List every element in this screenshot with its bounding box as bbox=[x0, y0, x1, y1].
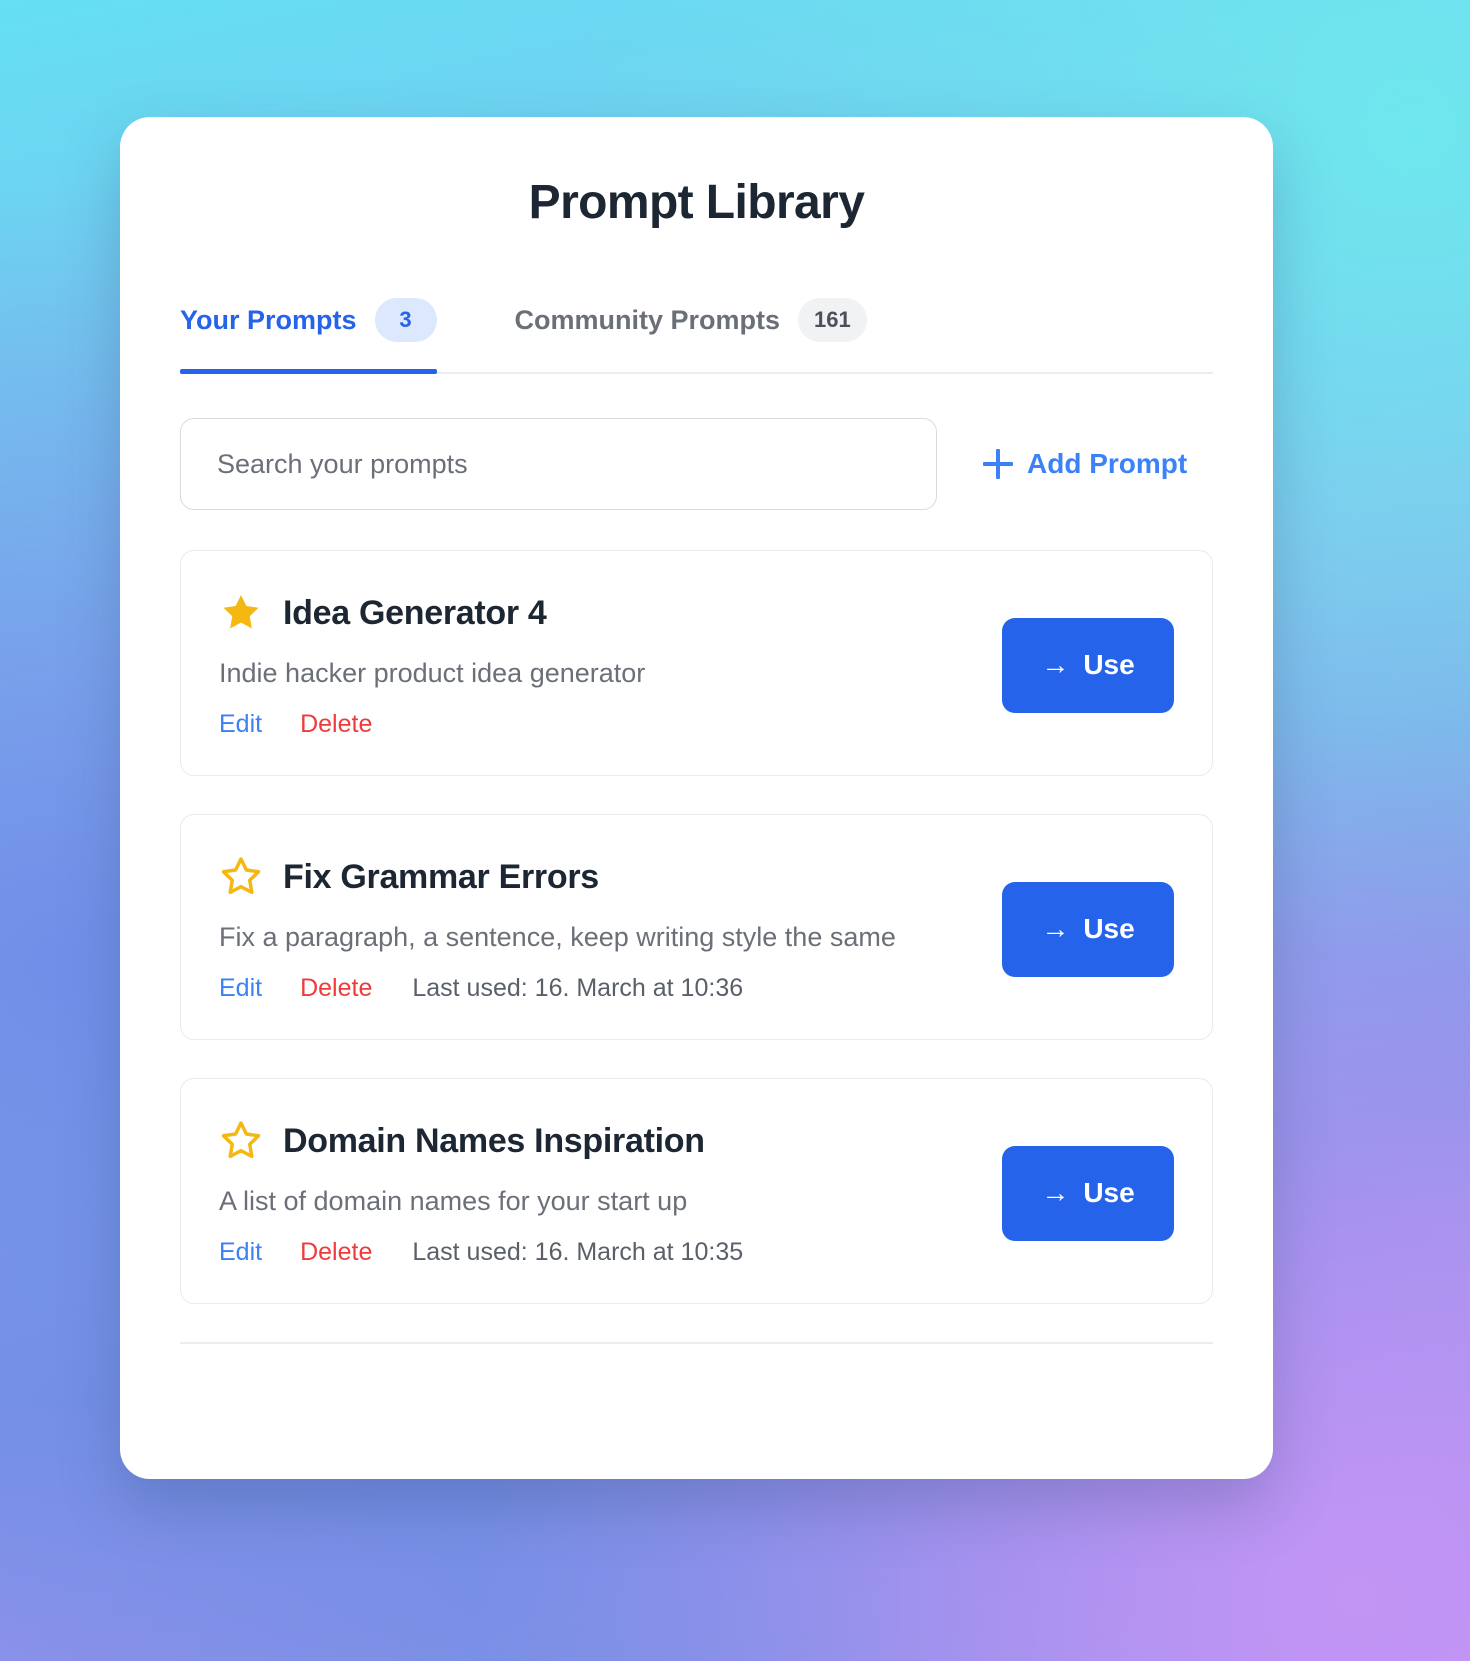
prompt-actions: Edit Delete bbox=[219, 710, 972, 739]
search-input[interactable] bbox=[180, 418, 937, 510]
edit-button[interactable]: Edit bbox=[219, 974, 262, 1003]
edit-button[interactable]: Edit bbox=[219, 1238, 262, 1267]
arrow-right-icon: → bbox=[1041, 1177, 1070, 1208]
tab-your-prompts-label: Your Prompts bbox=[180, 304, 357, 335]
prompt-card-body: Idea Generator 4 Indie hacker product id… bbox=[219, 591, 972, 739]
star-outline-icon[interactable] bbox=[219, 1119, 263, 1163]
delete-button[interactable]: Delete bbox=[300, 710, 372, 739]
prompt-library-panel: Prompt Library Your Prompts 3 Community … bbox=[120, 117, 1273, 1479]
prompt-description: Indie hacker product idea generator bbox=[219, 658, 646, 689]
use-button-label: Use bbox=[1083, 913, 1135, 944]
prompt-card-header: Domain Names Inspiration bbox=[219, 1119, 972, 1163]
prompt-title: Fix Grammar Errors bbox=[283, 857, 599, 896]
prompt-card: Idea Generator 4 Indie hacker product id… bbox=[180, 550, 1213, 776]
prompt-actions: Edit Delete Last used: 16. March at 10:3… bbox=[219, 974, 972, 1003]
prompt-list: Idea Generator 4 Indie hacker product id… bbox=[180, 550, 1213, 1304]
prompt-actions: Edit Delete Last used: 16. March at 10:3… bbox=[219, 1238, 972, 1267]
delete-button[interactable]: Delete bbox=[300, 974, 372, 1003]
plus-icon bbox=[983, 449, 1013, 479]
tab-community-prompts-badge: 161 bbox=[798, 298, 867, 342]
delete-button[interactable]: Delete bbox=[300, 1238, 372, 1267]
use-button-label: Use bbox=[1083, 1177, 1135, 1208]
page-title: Prompt Library bbox=[528, 176, 865, 229]
use-button[interactable]: → Use bbox=[1002, 617, 1174, 713]
prompt-card-body: Fix Grammar Errors Fix a paragraph, a se… bbox=[219, 855, 972, 1003]
prompt-card: Domain Names Inspiration A list of domai… bbox=[180, 1078, 1213, 1304]
use-button-label: Use bbox=[1083, 649, 1135, 680]
tab-community-prompts[interactable]: Community Prompts 161 bbox=[515, 290, 867, 372]
star-filled-icon[interactable] bbox=[219, 591, 263, 635]
bottom-divider bbox=[180, 1342, 1213, 1344]
edit-button[interactable]: Edit bbox=[219, 710, 262, 739]
prompt-card-body: Domain Names Inspiration A list of domai… bbox=[219, 1119, 972, 1267]
star-outline-icon[interactable] bbox=[219, 855, 263, 899]
search-row: Add Prompt bbox=[180, 418, 1213, 510]
tab-community-prompts-label: Community Prompts bbox=[514, 304, 781, 335]
prompt-title: Domain Names Inspiration bbox=[283, 1121, 705, 1160]
last-used-label: Last used: 16. March at 10:36 bbox=[412, 973, 744, 1002]
prompt-card-header: Idea Generator 4 bbox=[219, 591, 972, 635]
arrow-right-icon: → bbox=[1041, 913, 1070, 944]
prompt-description: A list of domain names for your start up bbox=[219, 1186, 688, 1217]
last-used-label: Last used: 16. March at 10:35 bbox=[412, 1237, 744, 1266]
use-button[interactable]: → Use bbox=[1002, 1145, 1174, 1241]
tab-bar: Your Prompts 3 Community Prompts 161 bbox=[180, 292, 1213, 374]
prompt-card: Fix Grammar Errors Fix a paragraph, a se… bbox=[180, 814, 1213, 1040]
prompt-card-header: Fix Grammar Errors bbox=[219, 855, 972, 899]
add-prompt-button[interactable]: Add Prompt bbox=[983, 448, 1187, 480]
arrow-right-icon: → bbox=[1041, 649, 1070, 680]
prompt-title: Idea Generator 4 bbox=[283, 593, 547, 632]
use-button[interactable]: → Use bbox=[1002, 881, 1174, 977]
add-prompt-label: Add Prompt bbox=[1027, 448, 1188, 479]
tab-your-prompts[interactable]: Your Prompts 3 bbox=[180, 290, 437, 374]
tab-your-prompts-badge: 3 bbox=[374, 298, 437, 342]
prompt-description: Fix a paragraph, a sentence, keep writin… bbox=[219, 922, 896, 953]
